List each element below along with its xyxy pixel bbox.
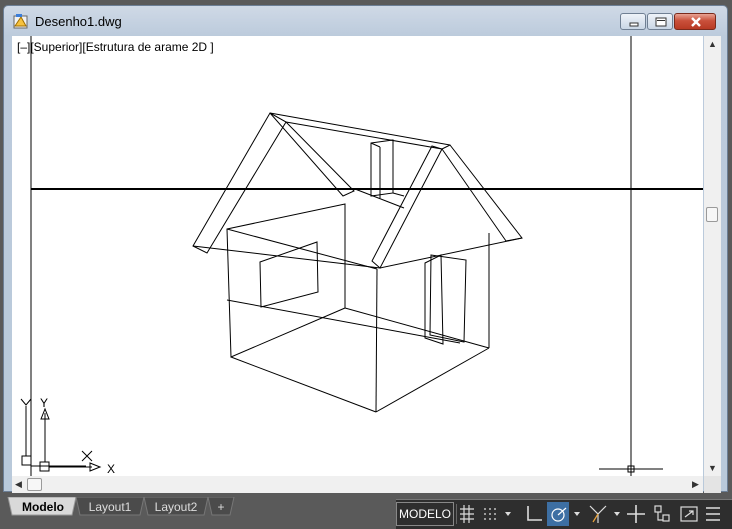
wall-corner-front	[375, 268, 378, 413]
ucs-x-label: X	[107, 462, 115, 476]
vertical-scroll-thumb[interactable]	[706, 207, 718, 222]
tab-modelo[interactable]: Modelo	[12, 497, 74, 517]
ucs-y-label: Y	[40, 396, 48, 410]
grid-icon	[460, 505, 474, 523]
status-icons	[460, 502, 720, 526]
horizontal-scroll-thumb[interactable]	[27, 478, 42, 491]
window-frame	[259, 241, 319, 308]
crosshair-icon	[627, 505, 645, 523]
close-button[interactable]	[674, 13, 716, 30]
ucs-icon	[20, 398, 102, 472]
tab-layout2[interactable]: Layout2	[148, 497, 204, 517]
door-frame	[429, 254, 467, 343]
chimney	[370, 139, 394, 197]
wall-left-back	[226, 203, 346, 358]
drawing-file-icon	[13, 14, 28, 29]
scroll-down-icon[interactable]: ▼	[708, 464, 717, 473]
status-bar: MODELO	[396, 499, 732, 529]
polar-active-bg	[547, 502, 569, 526]
scroll-up-icon[interactable]: ▲	[708, 40, 717, 49]
drawing-window: Desenho1.dwg [–][Superior][Estrutura de …	[3, 5, 728, 493]
tab-layout1[interactable]: Layout1	[80, 497, 140, 517]
roof-ridge	[269, 112, 451, 146]
roof-eave	[192, 245, 381, 269]
horizontal-scrollbar[interactable]: ◀ ▶	[12, 476, 703, 493]
maximize-button[interactable]	[647, 13, 673, 30]
house-wireframe: Y X	[20, 36, 703, 476]
dropdown-icon	[614, 512, 620, 516]
isodraft-icon	[589, 505, 607, 523]
snap-icon	[484, 508, 498, 520]
ortho-icon	[527, 506, 542, 521]
title-bar[interactable]: Desenho1.dwg	[4, 6, 727, 36]
dropdown-icon	[574, 512, 580, 516]
scrollbar-corner	[704, 476, 721, 493]
minimize-button[interactable]	[620, 13, 646, 30]
fullscreen-icon	[680, 506, 698, 522]
maximize-icon	[655, 17, 667, 27]
drawing-canvas[interactable]: [–][Superior][Estrutura de arame 2D ] Y …	[12, 36, 703, 476]
ucs-icon	[654, 505, 670, 522]
menu-icon	[706, 507, 720, 521]
roof-right-slope	[441, 144, 523, 242]
minimize-icon	[629, 22, 639, 27]
add-layout-button[interactable]: +	[210, 497, 232, 517]
dropdown-icon	[505, 512, 511, 516]
model-space-button[interactable]: MODELO	[396, 502, 454, 526]
vertical-scrollbar[interactable]: ▲ ▼	[704, 36, 721, 476]
scroll-right-icon[interactable]: ▶	[692, 480, 699, 489]
scroll-left-icon[interactable]: ◀	[15, 480, 22, 489]
layout-tabs: Modelo Layout1 Layout2 +	[0, 497, 400, 519]
close-icon	[691, 17, 701, 27]
window-title: Desenho1.dwg	[35, 14, 122, 29]
